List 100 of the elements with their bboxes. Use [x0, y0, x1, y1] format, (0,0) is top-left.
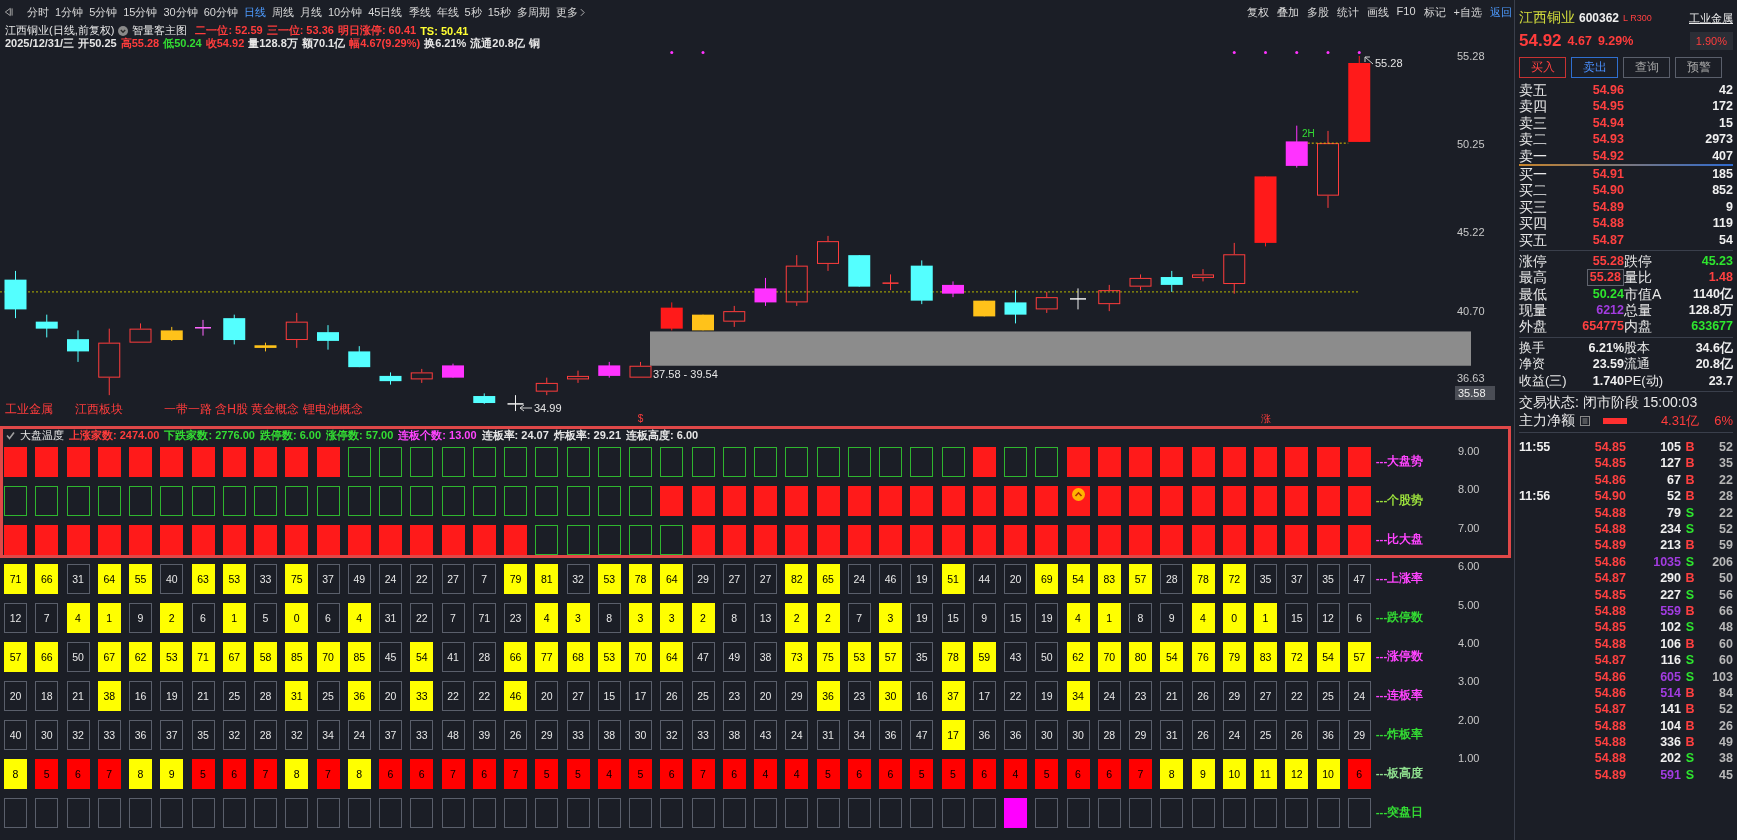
axis-label: 7.00	[1457, 521, 1480, 535]
dropdown-icon[interactable]	[118, 25, 129, 36]
toolbar-button[interactable]: 标记	[1423, 4, 1446, 20]
period-tab[interactable]: 分时	[27, 4, 49, 20]
trade-side: S	[1685, 766, 1695, 784]
period-tab[interactable]: 60分钟	[203, 4, 238, 20]
candle	[817, 235, 839, 272]
stat-value: 1140亿	[1692, 285, 1733, 303]
value-cell: 6	[66, 758, 90, 789]
trade-count: 35	[1719, 455, 1733, 472]
period-tab[interactable]: 15分钟	[123, 4, 158, 20]
value-cell: 26	[1191, 719, 1215, 750]
value-cell: 28	[1160, 563, 1184, 594]
value-cell: 6	[1097, 758, 1121, 789]
trade-volume: 514	[1660, 684, 1681, 702]
value-cell: 19	[160, 680, 184, 711]
value-cell: 49	[722, 641, 746, 672]
toolbar-button[interactable]: 统计	[1336, 4, 1359, 20]
value-cell: 66	[35, 641, 59, 672]
period-tab[interactable]: 月线	[300, 4, 322, 20]
trade-count: 26	[1719, 717, 1733, 735]
value-cell: 32	[285, 719, 309, 750]
indicator-stat: 涨停数: 57.00	[326, 428, 394, 443]
period-tab[interactable]: 多周期	[516, 4, 550, 20]
candle	[1254, 175, 1277, 247]
value-cell: 33	[410, 719, 434, 750]
period-tab[interactable]: 10分钟	[328, 4, 363, 20]
quote-field: 量128.8万	[248, 36, 298, 51]
period-tab[interactable]: 30分钟	[163, 4, 198, 20]
value-cell: 29	[691, 563, 715, 594]
trade-price: 54.88	[1594, 521, 1626, 538]
signal-dot	[701, 51, 705, 54]
toolbar-button[interactable]: 返回	[1490, 4, 1512, 20]
period-tab[interactable]: 年线	[436, 4, 459, 20]
period-tab[interactable]: 15秒	[487, 4, 511, 20]
toolbar-button[interactable]: 画线	[1366, 4, 1389, 20]
more-button[interactable]: 更多	[555, 4, 585, 20]
toolbar-button[interactable]: F10	[1396, 4, 1416, 20]
trade-price: 54.85	[1594, 619, 1626, 636]
value-cell: 40	[160, 563, 184, 594]
stat-value: 50.24	[1592, 285, 1624, 303]
trade-count: 52	[1719, 701, 1733, 718]
candle	[1160, 270, 1183, 293]
stat-label: 股本	[1624, 339, 1650, 357]
candle	[35, 314, 58, 338]
candle	[598, 361, 621, 379]
buy-button[interactable]: 买入	[1519, 57, 1566, 78]
stat-value: 23.59	[1592, 356, 1624, 373]
collapse-icon[interactable]	[4, 7, 13, 17]
value-cell: 4	[347, 602, 371, 633]
value-cell: 7	[35, 602, 59, 633]
list-icon[interactable]	[1580, 415, 1590, 426]
period-tab[interactable]: 5分钟	[89, 4, 118, 20]
index-tag: L R300	[1623, 13, 1652, 23]
value-cell: 7	[691, 758, 715, 789]
candle	[285, 312, 308, 349]
toolbar-button[interactable]: +自选	[1453, 4, 1482, 20]
value-cell: 34	[316, 719, 340, 750]
reference-line	[1307, 142, 1349, 144]
period-tab[interactable]: 日线	[244, 4, 266, 20]
value-cell: 6	[379, 758, 402, 789]
check-icon[interactable]	[6, 431, 15, 440]
value-cell: 9	[129, 602, 152, 633]
value-cell: 1	[1097, 602, 1121, 633]
quote-field: 换6.21%	[424, 36, 467, 51]
axis-label: 5.00	[1457, 598, 1480, 612]
period-tab[interactable]: 周线	[272, 4, 294, 20]
value-cell: 24	[1097, 680, 1121, 711]
alert-button[interactable]: 预警	[1675, 57, 1722, 78]
trade-volume: 213	[1660, 537, 1681, 554]
toolbar-button[interactable]: 复权	[1246, 4, 1269, 20]
value-cell: 4	[66, 602, 90, 633]
period-tab[interactable]: 1分钟	[55, 4, 84, 20]
period-tab[interactable]: 5秒	[464, 4, 482, 20]
period-tab[interactable]: 季线	[408, 4, 431, 20]
value-cell: 7	[1129, 758, 1152, 789]
value-cell: 79	[1222, 641, 1246, 672]
value-cell: 35	[191, 719, 215, 750]
value-cell: 72	[1222, 563, 1246, 594]
toolbar-button[interactable]: 多股	[1306, 4, 1329, 20]
value-cell: 29	[1129, 719, 1152, 750]
trade-volume: 605	[1660, 668, 1681, 685]
toolbar-button[interactable]: 叠加	[1276, 4, 1299, 20]
value-cell: 26	[504, 719, 527, 750]
trade-count: 52	[1719, 439, 1733, 456]
stat-label: 最高	[1519, 269, 1547, 286]
value-cell: 36	[347, 680, 371, 711]
order-level-label: 买五	[1519, 231, 1547, 248]
sell-button[interactable]: 卖出	[1571, 57, 1618, 78]
quote-field: 2025/12/31/三	[5, 36, 75, 51]
order-volume: 852	[1712, 182, 1733, 199]
value-cell: 8	[1129, 602, 1152, 633]
sector-link[interactable]: 工业金属	[1689, 10, 1733, 26]
value-cell: 31	[1160, 719, 1184, 750]
trade-volume: 102	[1660, 619, 1681, 636]
order-level-label: 买三	[1519, 198, 1547, 216]
stat-label: 换手	[1519, 339, 1545, 357]
value-cell: 31	[379, 602, 402, 633]
query-button[interactable]: 查询	[1623, 57, 1670, 78]
period-tab[interactable]: 45日线	[368, 4, 403, 20]
